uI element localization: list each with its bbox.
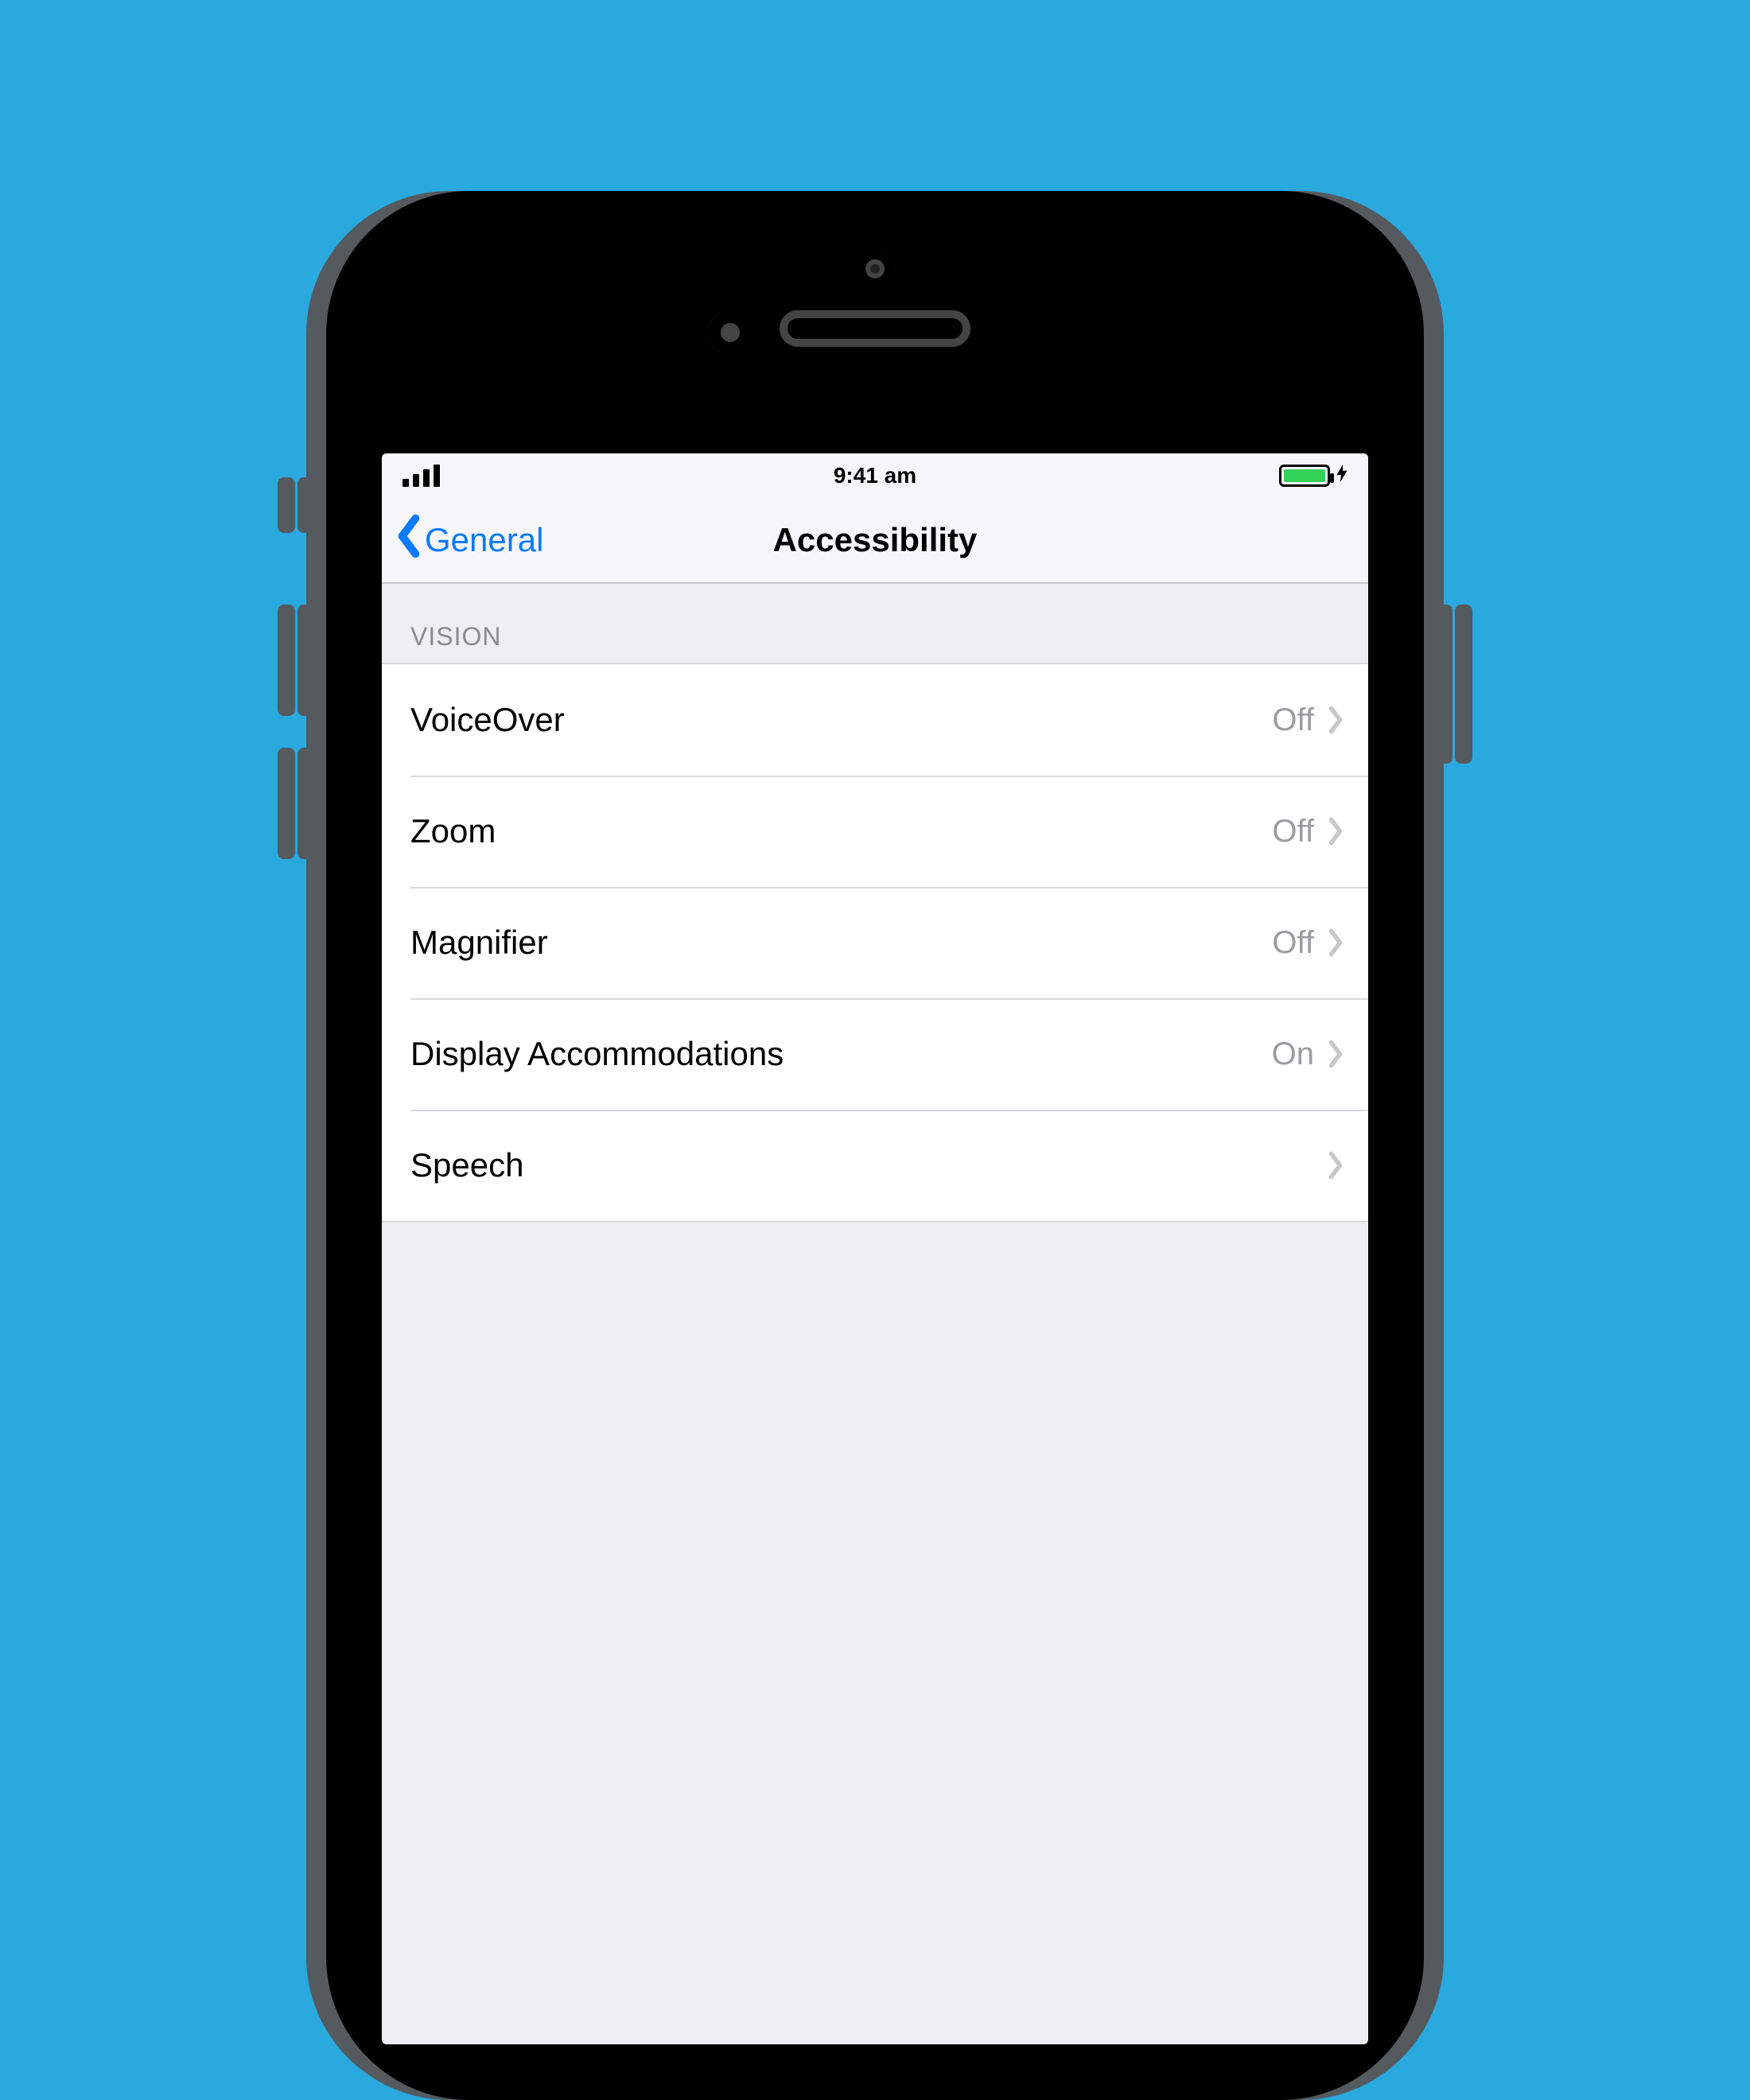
phone-screen: 9:41 am General Accessibility VISION bbox=[382, 453, 1368, 2044]
row-label: Magnifier bbox=[410, 924, 1272, 962]
row-label: Speech bbox=[410, 1146, 1314, 1184]
chevron-right-icon bbox=[1327, 1039, 1344, 1069]
back-button[interactable]: General bbox=[382, 514, 543, 566]
chevron-right-icon bbox=[1327, 1150, 1344, 1180]
phone-body: 9:41 am General Accessibility VISION bbox=[326, 191, 1424, 2100]
status-bar-time: 9:41 am bbox=[834, 463, 916, 488]
row-value: On bbox=[1272, 1036, 1314, 1072]
phone-device-frame: 9:41 am General Accessibility VISION bbox=[326, 191, 1424, 1273]
row-zoom[interactable]: Zoom Off bbox=[382, 776, 1368, 887]
volume-down-button bbox=[298, 748, 315, 859]
navigation-bar: General Accessibility bbox=[382, 498, 1368, 584]
row-label: Display Accommodations bbox=[410, 1035, 1272, 1073]
row-value: Off bbox=[1272, 814, 1314, 850]
row-speech[interactable]: Speech bbox=[382, 1110, 1368, 1221]
mute-switch bbox=[298, 477, 315, 533]
row-value: Off bbox=[1272, 925, 1314, 961]
earpiece-speaker-icon bbox=[780, 310, 970, 347]
row-label: Zoom bbox=[410, 812, 1272, 850]
chevron-right-icon bbox=[1327, 705, 1344, 735]
row-magnifier[interactable]: Magnifier Off bbox=[382, 887, 1368, 998]
front-camera-icon bbox=[854, 248, 896, 290]
back-button-label: General bbox=[425, 521, 543, 559]
section-header-vision: VISION bbox=[382, 584, 1368, 663]
battery-icon bbox=[1279, 465, 1330, 487]
power-button bbox=[1435, 605, 1452, 764]
cellular-signal-icon bbox=[402, 465, 440, 487]
settings-list: VoiceOver Off Zoom Off Magnifier Off bbox=[382, 663, 1368, 1223]
row-label: VoiceOver bbox=[410, 701, 1272, 739]
page-title: Accessibility bbox=[773, 521, 978, 559]
row-display-accommodations[interactable]: Display Accommodations On bbox=[382, 998, 1368, 1110]
charging-bolt-icon bbox=[1336, 465, 1348, 488]
proximity-sensor-icon bbox=[708, 310, 752, 355]
chevron-left-icon bbox=[395, 514, 423, 566]
status-bar: 9:41 am bbox=[382, 453, 1368, 498]
row-voiceover[interactable]: VoiceOver Off bbox=[382, 664, 1368, 776]
row-value: Off bbox=[1272, 702, 1314, 738]
battery-status bbox=[1279, 465, 1348, 488]
chevron-right-icon bbox=[1327, 928, 1344, 958]
chevron-right-icon bbox=[1327, 816, 1344, 846]
volume-up-button bbox=[298, 605, 315, 716]
